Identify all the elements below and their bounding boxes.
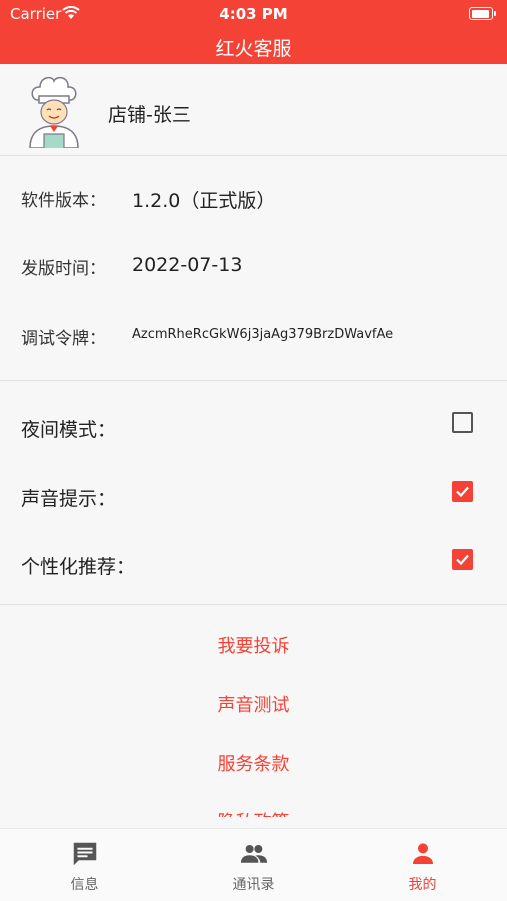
version-label: 软件版本： — [21, 191, 106, 211]
check-icon — [456, 554, 469, 566]
tab-contacts[interactable]: 通讯录 — [169, 829, 338, 901]
night-mode-label: 夜间模式： — [21, 419, 117, 441]
tab-mine-label: 我的 — [408, 877, 437, 893]
sound-alert-checkbox[interactable] — [452, 481, 473, 502]
complaint-link[interactable]: 我要投诉 — [0, 632, 507, 658]
release-date-row: 发版时间： 2022-07-13 — [0, 252, 507, 292]
debug-token-value: AzcmRheRcGkW6j3jaAg379BrzDWavfAe — [132, 327, 394, 342]
release-date-value: 2022-07-13 — [132, 254, 243, 276]
sound-alert-row[interactable]: 声音提示： — [0, 478, 507, 518]
battery-icon — [469, 7, 496, 20]
tab-messages-label: 信息 — [70, 877, 99, 893]
status-bar: Carrier 4:03 PM — [0, 0, 507, 28]
tab-bar: 信息 通讯录 我的 — [0, 828, 507, 901]
sound-alert-label: 声音提示： — [21, 488, 117, 510]
night-mode-checkbox[interactable] — [452, 412, 473, 433]
recommendation-label: 个性化推荐： — [21, 556, 136, 578]
night-mode-row[interactable]: 夜间模式： — [0, 409, 507, 449]
settings-section: 夜间模式： 声音提示： 个性化推荐： — [0, 381, 507, 605]
version-row: 软件版本： 1.2.0（正式版） — [0, 184, 507, 224]
app-info-section: 软件版本： 1.2.0（正式版） 发版时间： 2022-07-13 调试令牌： … — [0, 156, 507, 381]
chef-avatar — [29, 76, 79, 148]
terms-link[interactable]: 服务条款 — [0, 750, 507, 776]
tab-contacts-label: 通讯录 — [232, 877, 275, 893]
tab-mine[interactable]: 我的 — [338, 829, 507, 901]
recommendation-checkbox[interactable] — [452, 549, 473, 570]
tab-messages[interactable]: 信息 — [0, 829, 169, 901]
recommendation-row[interactable]: 个性化推荐： — [0, 546, 507, 586]
version-value: 1.2.0（正式版） — [132, 190, 276, 212]
message-icon — [73, 842, 97, 866]
privacy-link[interactable]: 隐私政策 — [0, 808, 507, 817]
debug-token-row: 调试令牌： AzcmRheRcGkW6j3jaAg379BrzDWavfAe — [0, 322, 507, 362]
release-date-label: 发版时间： — [21, 259, 106, 279]
person-icon — [413, 843, 433, 864]
profile-section[interactable]: 店铺-张三 — [0, 64, 507, 156]
page-title: 红火客服 — [215, 38, 292, 60]
check-icon — [456, 486, 469, 498]
links-section: 我要投诉 声音测试 服务条款 隐私政策 — [0, 605, 507, 817]
shop-name: 店铺-张三 — [108, 104, 191, 126]
status-time: 4:03 PM — [219, 5, 288, 23]
debug-token-label: 调试令牌： — [21, 329, 106, 349]
app-header: Carrier 4:03 PM 红火客服 — [0, 0, 507, 64]
contacts-icon — [240, 845, 268, 863]
sound-test-link[interactable]: 声音测试 — [0, 691, 507, 717]
